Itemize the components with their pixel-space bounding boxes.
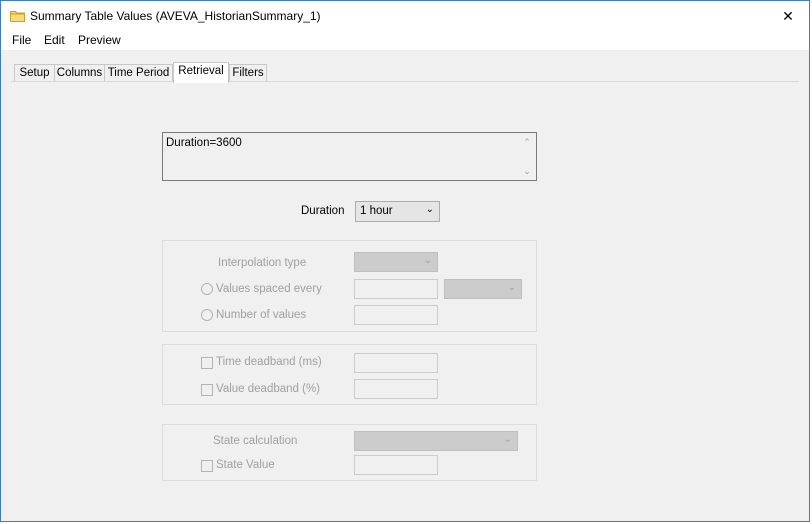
- tab-retrieval[interactable]: Retrieval: [173, 62, 229, 83]
- interpolation-type-label: Interpolation type: [218, 257, 307, 269]
- close-icon: ✕: [782, 8, 794, 24]
- values-spaced-every-label: Values spaced every: [216, 283, 322, 295]
- window-title: Summary Table Values (AVEVA_HistorianSum…: [30, 9, 321, 23]
- time-deadband-checkbox[interactable]: [201, 357, 213, 369]
- number-of-values-input[interactable]: [354, 305, 438, 325]
- menu-edit[interactable]: Edit: [44, 33, 65, 47]
- values-spaced-every-radio[interactable]: [201, 283, 213, 295]
- query-text: Duration=3600: [166, 137, 242, 149]
- tab-setup[interactable]: Setup: [14, 64, 55, 82]
- deadband-group: Time deadband (ms) Value deadband (%): [162, 344, 537, 405]
- duration-label: Duration: [301, 205, 345, 217]
- interpolation-type-dropdown[interactable]: ⌄: [354, 252, 438, 272]
- value-deadband-checkbox[interactable]: [201, 384, 213, 396]
- scroll-down-icon[interactable]: ⌄: [522, 166, 532, 176]
- chevron-down-icon: ⌄: [423, 255, 432, 266]
- values-spaced-unit-dropdown[interactable]: ⌄: [444, 279, 522, 299]
- chevron-down-icon: ⌄: [425, 204, 434, 215]
- state-calculation-label: State calculation: [213, 435, 298, 447]
- duration-value: 1 hour: [360, 205, 393, 217]
- tab-divider: [11, 81, 799, 82]
- close-button[interactable]: ✕: [767, 1, 809, 31]
- scroll-up-icon[interactable]: ⌃: [522, 137, 532, 147]
- state-calculation-dropdown[interactable]: ⌄: [354, 431, 518, 451]
- state-value-input[interactable]: [354, 455, 438, 475]
- menu-file[interactable]: File: [12, 33, 31, 47]
- number-of-values-label: Number of values: [216, 309, 307, 321]
- title-bar: Summary Table Values (AVEVA_HistorianSum…: [1, 1, 809, 31]
- tab-time-period[interactable]: Time Period: [104, 64, 173, 82]
- chevron-down-icon: ⌄: [503, 434, 512, 445]
- number-of-values-radio[interactable]: [201, 309, 213, 321]
- tab-filters[interactable]: Filters: [229, 64, 267, 82]
- query-textbox[interactable]: Duration=3600 ⌃ ⌄: [162, 132, 537, 181]
- value-deadband-label: Value deadband (%): [216, 383, 320, 395]
- menu-bar: File Edit Preview: [1, 31, 809, 50]
- duration-dropdown[interactable]: 1 hour ⌄: [355, 201, 440, 222]
- folder-icon: [10, 11, 25, 22]
- state-value-label: State Value: [216, 459, 275, 471]
- value-deadband-input[interactable]: [354, 379, 438, 399]
- time-deadband-label: Time deadband (ms): [216, 356, 322, 368]
- values-spaced-every-input[interactable]: [354, 279, 438, 299]
- menu-preview[interactable]: Preview: [78, 33, 121, 47]
- tab-columns[interactable]: Columns: [54, 64, 105, 82]
- chevron-down-icon: ⌄: [507, 282, 516, 293]
- state-group: State calculation ⌄ State Value: [162, 424, 537, 481]
- dialog-window: Summary Table Values (AVEVA_HistorianSum…: [0, 0, 810, 522]
- state-value-checkbox[interactable]: [201, 460, 213, 472]
- interpolation-group: Interpolation type ⌄ Values spaced every…: [162, 240, 537, 332]
- time-deadband-input[interactable]: [354, 353, 438, 373]
